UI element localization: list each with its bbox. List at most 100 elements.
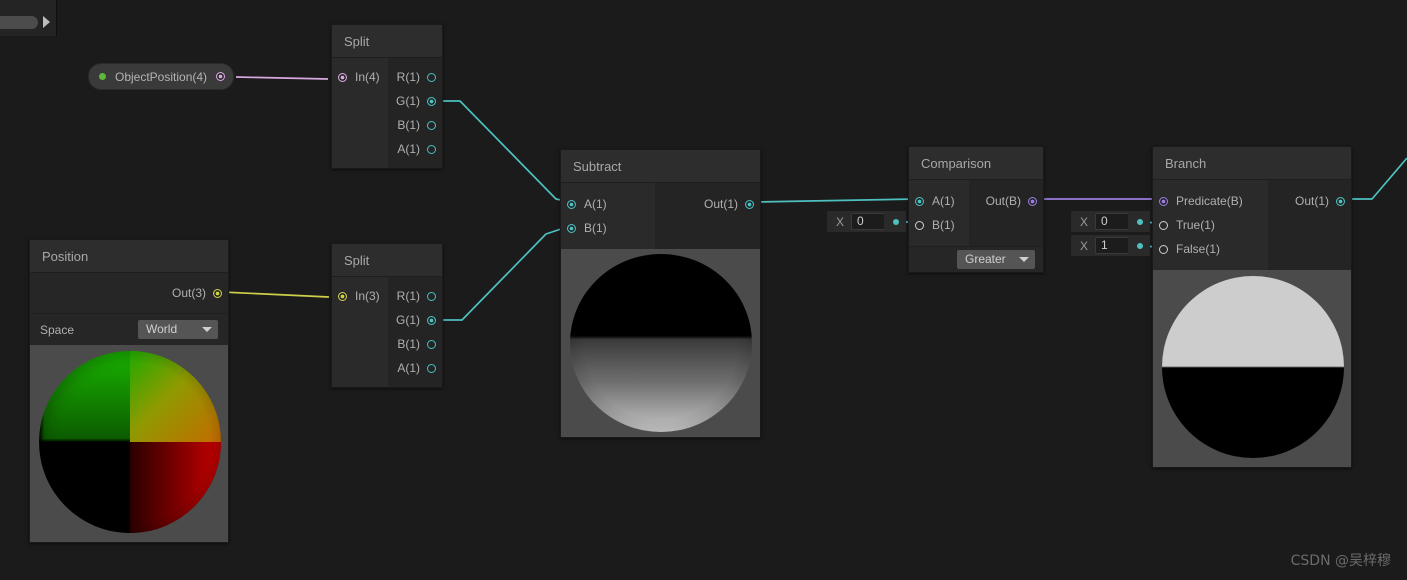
port-row-split-bottom-b[interactable]: B(1) — [388, 332, 442, 356]
port-split-bottom-g[interactable] — [427, 316, 436, 325]
slot-connector-dot-icon[interactable] — [893, 219, 899, 225]
node-subtract-ports: A(1) B(1) Out(1) — [561, 183, 760, 249]
node-split-top-title: Split — [332, 25, 442, 58]
port-subtract-b[interactable] — [567, 224, 576, 233]
shader-graph-canvas[interactable]: ObjectPosition(4) Split In(4) R(1) G(1) — [0, 0, 1407, 580]
port-split-top-in4[interactable] — [338, 73, 347, 82]
port-row-split-bottom-g[interactable]: G(1) — [388, 308, 442, 332]
port-label: Out(B) — [986, 194, 1021, 208]
subtract-inputs: A(1) B(1) — [561, 183, 655, 249]
port-subtract-out[interactable] — [745, 200, 754, 209]
port-row-split-top-g[interactable]: G(1) — [388, 89, 442, 113]
node-object-position[interactable]: ObjectPosition(4) — [88, 63, 234, 90]
split-bottom-inputs: In(3) — [332, 277, 388, 387]
node-subtract[interactable]: Subtract A(1) B(1) Out(1) — [560, 149, 761, 438]
split-top-outputs: R(1) G(1) B(1) A(1) — [388, 58, 442, 168]
port-row-subtract-out[interactable]: Out(1) — [655, 192, 760, 216]
port-object-position-out[interactable] — [216, 72, 225, 81]
port-label: R(1) — [397, 289, 420, 303]
port-split-bottom-r[interactable] — [427, 292, 436, 301]
port-row-position-out[interactable]: Out(3) — [30, 281, 228, 305]
node-subtract-title: Subtract — [561, 150, 760, 183]
port-label: G(1) — [396, 94, 420, 108]
port-position-out[interactable] — [213, 289, 222, 298]
node-split-bottom-title: Split — [332, 244, 442, 277]
node-position[interactable]: Position Out(3) Space World — [29, 239, 229, 543]
triangle-right-icon[interactable] — [43, 16, 50, 28]
port-label: Out(3) — [172, 286, 206, 300]
node-comparison[interactable]: Comparison A(1) B(1) Out(B) — [908, 146, 1044, 273]
port-row-split-bottom-a[interactable]: A(1) — [388, 356, 442, 380]
port-row-comparison-a[interactable]: A(1) — [909, 189, 969, 213]
branch-false-slot-dot[interactable] — [1128, 235, 1150, 256]
port-branch-out[interactable] — [1336, 197, 1345, 206]
slot-connector-dot-icon[interactable] — [1137, 243, 1143, 249]
port-comparison-b[interactable] — [915, 221, 924, 230]
split-bottom-outputs: R(1) G(1) B(1) A(1) — [388, 277, 442, 387]
blackboard-collapsed[interactable] — [0, 0, 57, 36]
branch-true-slot-dot[interactable] — [1128, 211, 1150, 232]
node-split-top-ports: In(4) R(1) G(1) B(1) A(1) — [332, 58, 442, 168]
port-label: True(1) — [1176, 218, 1215, 232]
port-comparison-a[interactable] — [915, 197, 924, 206]
port-split-top-g[interactable] — [427, 97, 436, 106]
port-branch-predicate[interactable] — [1159, 197, 1168, 206]
node-branch-ports: Predicate(B) True(1) False(1) Out(1) — [1153, 180, 1351, 270]
port-label: G(1) — [396, 313, 420, 327]
port-split-top-a[interactable] — [427, 145, 436, 154]
position-space-control[interactable]: Space World — [30, 313, 228, 345]
chevron-down-icon — [202, 327, 212, 332]
node-branch[interactable]: Branch Predicate(B) True(1) False(1) O — [1152, 146, 1352, 468]
slot-axis-label: X — [1071, 239, 1095, 253]
port-branch-true[interactable] — [1159, 221, 1168, 230]
port-label: Out(1) — [704, 197, 738, 211]
comparison-b-slot-dot[interactable] — [884, 211, 906, 232]
port-label: False(1) — [1176, 242, 1220, 256]
slot-axis-label: X — [827, 215, 851, 229]
port-row-comparison-out[interactable]: Out(B) — [969, 189, 1043, 213]
port-row-split-top-in4[interactable]: In(4) — [332, 65, 388, 89]
port-split-top-b[interactable] — [427, 121, 436, 130]
port-label: Predicate(B) — [1176, 194, 1243, 208]
sphere-preview — [570, 254, 752, 432]
port-row-split-top-b[interactable]: B(1) — [388, 113, 442, 137]
port-row-branch-true[interactable]: True(1) — [1153, 213, 1268, 237]
chevron-down-icon — [1019, 257, 1029, 262]
port-comparison-out[interactable] — [1028, 197, 1037, 206]
property-dot-icon — [99, 73, 106, 80]
port-row-split-bottom-in3[interactable]: In(3) — [332, 284, 388, 308]
node-split-top[interactable]: Split In(4) R(1) G(1) B(1) — [331, 24, 443, 169]
port-label: B(1) — [584, 221, 607, 235]
port-subtract-a[interactable] — [567, 200, 576, 209]
port-split-bottom-in3[interactable] — [338, 292, 347, 301]
port-split-top-r[interactable] — [427, 73, 436, 82]
port-row-subtract-b[interactable]: B(1) — [561, 216, 655, 240]
node-comparison-ports: A(1) B(1) Out(B) — [909, 180, 1043, 246]
port-row-subtract-a[interactable]: A(1) — [561, 192, 655, 216]
slot-connector-dot-icon[interactable] — [1137, 219, 1143, 225]
position-preview — [30, 345, 228, 542]
split-top-inputs: In(4) — [332, 58, 388, 168]
port-row-branch-predicate[interactable]: Predicate(B) — [1153, 189, 1268, 213]
space-dropdown[interactable]: World — [138, 320, 218, 339]
port-branch-false[interactable] — [1159, 245, 1168, 254]
port-split-bottom-b[interactable] — [427, 340, 436, 349]
node-branch-title: Branch — [1153, 147, 1351, 180]
space-dropdown-value: World — [146, 322, 177, 336]
port-row-split-top-r[interactable]: R(1) — [388, 65, 442, 89]
comparison-operator-dropdown[interactable]: Greater — [957, 250, 1035, 269]
port-row-branch-false[interactable]: False(1) — [1153, 237, 1268, 261]
port-row-comparison-b[interactable]: B(1) — [909, 213, 969, 237]
port-split-bottom-a[interactable] — [427, 364, 436, 373]
port-row-branch-out[interactable]: Out(1) — [1268, 189, 1351, 213]
node-comparison-title: Comparison — [909, 147, 1043, 180]
node-split-bottom[interactable]: Split In(3) R(1) G(1) B(1) — [331, 243, 443, 388]
node-position-title: Position — [30, 240, 228, 273]
port-row-split-bottom-r[interactable]: R(1) — [388, 284, 442, 308]
comparison-operator-control[interactable]: Greater — [909, 246, 1043, 272]
port-label: In(3) — [355, 289, 380, 303]
slot-axis-label: X — [1071, 215, 1095, 229]
port-row-split-top-a[interactable]: A(1) — [388, 137, 442, 161]
comparison-outputs: Out(B) — [969, 180, 1043, 246]
blackboard-handle[interactable] — [0, 16, 38, 29]
